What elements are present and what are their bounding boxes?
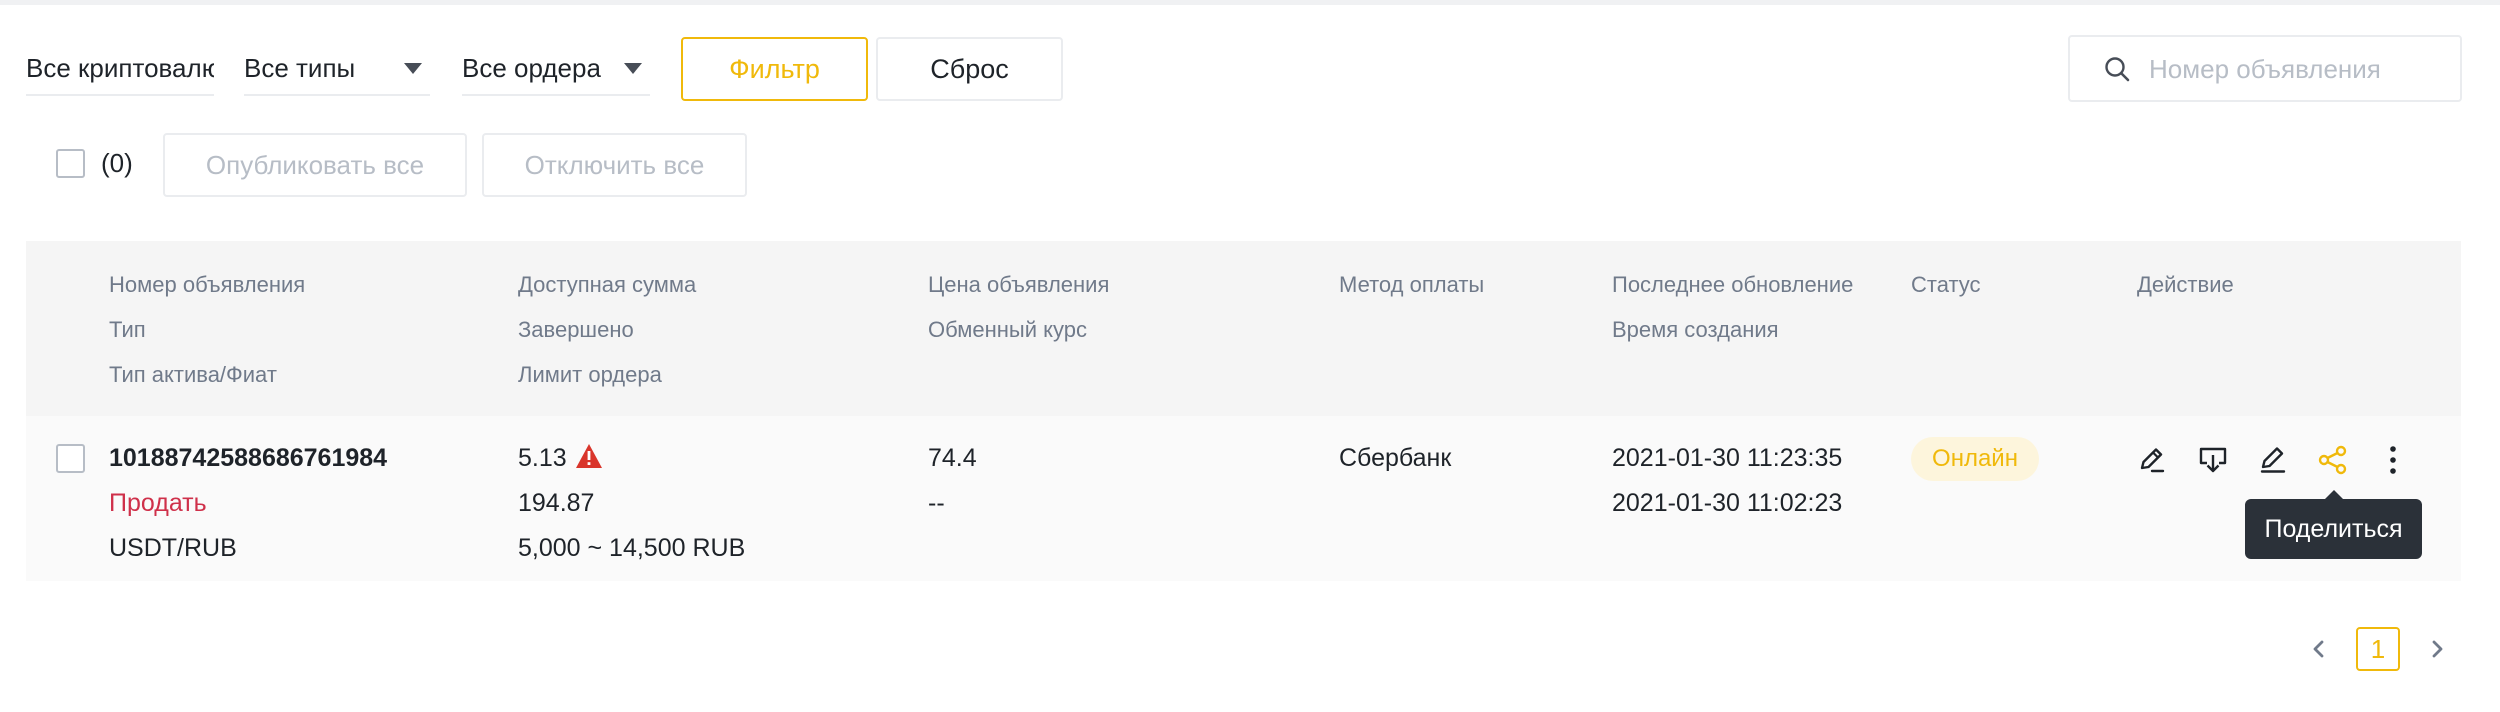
ad-price: 74.4 <box>928 444 977 472</box>
ad-number: 10188742588686761984 <box>109 444 388 472</box>
select-all-checkbox[interactable] <box>56 149 85 178</box>
download-icon[interactable] <box>2196 443 2230 477</box>
header-completed: Завершено <box>518 317 634 342</box>
pencil-icon[interactable] <box>2256 443 2290 477</box>
chevron-down-icon <box>404 63 422 74</box>
header-created: Время создания <box>1612 317 1779 342</box>
header-payment: Метод оплаты <box>1339 272 1485 297</box>
order-select-value: Все ордера <box>462 53 601 83</box>
chevron-right-icon[interactable] <box>2424 636 2450 662</box>
chevron-left-icon[interactable] <box>2306 636 2332 662</box>
header-updated: Последнее обновление <box>1612 272 1854 297</box>
status-badge: Онлайн <box>1911 437 2039 481</box>
edit-note-icon[interactable] <box>2135 443 2169 477</box>
disable-all-button[interactable]: Отключить все <box>482 133 747 197</box>
table-row <box>26 416 2461 581</box>
tooltip-arrow <box>2324 490 2344 500</box>
header-asset-fiat: Тип актива/Фиат <box>109 362 277 387</box>
crypto-select[interactable]: Все криптовалюты <box>26 40 214 96</box>
reset-button[interactable]: Сброс <box>876 37 1063 101</box>
header-rate: Обменный курс <box>928 317 1087 342</box>
type-select[interactable]: Все типы <box>244 40 430 96</box>
search-icon <box>2105 57 2130 82</box>
table-header <box>26 241 2461 416</box>
header-type: Тип <box>109 317 146 342</box>
filter-button[interactable]: Фильтр <box>681 37 868 101</box>
payment-method: Сбербанк <box>1339 444 1452 472</box>
header-ad-number: Номер объявления <box>109 272 306 297</box>
updated-time: 2021-01-30 11:23:35 <box>1612 444 1843 472</box>
asset-fiat: USDT/RUB <box>109 534 237 562</box>
type-select-value: Все типы <box>244 53 356 83</box>
order-limit: 5,000 ~ 14,500 RUB <box>518 534 746 562</box>
selected-count: (0) <box>101 148 133 178</box>
order-select[interactable]: Все ордера <box>462 40 650 96</box>
publish-all-button[interactable]: Опубликовать все <box>163 133 467 197</box>
header-limit: Лимит ордера <box>518 362 662 387</box>
ad-type: Продать <box>109 489 207 517</box>
header-status: Статус <box>1911 272 1981 297</box>
header-available: Доступная сумма <box>518 272 697 297</box>
search-placeholder: Номер объявления <box>2149 54 2381 84</box>
top-divider <box>0 0 2500 5</box>
chevron-down-icon <box>624 63 642 74</box>
exchange-rate: -- <box>928 489 945 517</box>
row-checkbox[interactable] <box>56 444 85 473</box>
crypto-select-value: Все криптовалюты <box>26 53 214 83</box>
page-1-button[interactable]: 1 <box>2356 627 2400 671</box>
header-price: Цена объявления <box>928 272 1110 297</box>
warning-icon[interactable] <box>575 443 603 469</box>
created-time: 2021-01-30 11:02:23 <box>1612 489 1843 517</box>
share-tooltip-label: Поделиться <box>2264 515 2403 543</box>
share-icon[interactable] <box>2316 443 2350 477</box>
more-vertical-icon[interactable] <box>2376 443 2410 477</box>
search-input[interactable]: Номер объявления <box>2068 35 2462 102</box>
available-amount: 5.13 <box>518 444 567 472</box>
share-tooltip: Поделиться <box>2245 490 2422 559</box>
completed-amount: 194.87 <box>518 489 595 517</box>
header-action: Действие <box>2137 272 2234 297</box>
available-amount-cell: 5.13 <box>518 443 603 473</box>
